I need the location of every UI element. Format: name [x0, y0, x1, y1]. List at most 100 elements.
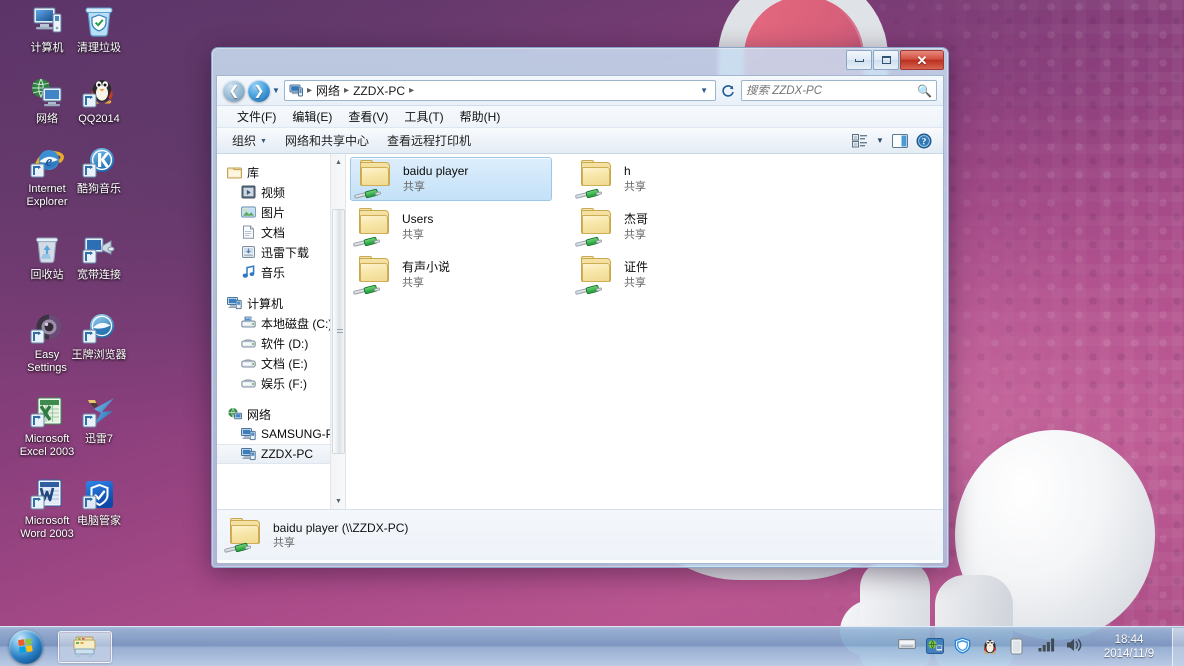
preview-pane-icon[interactable] [889, 131, 911, 151]
tree-item-迅雷下载[interactable]: 迅雷下载 [217, 242, 345, 262]
desktop-icon-broadband-connection[interactable]: 宽带连接 [66, 232, 132, 282]
help-icon[interactable]: ? [913, 131, 935, 151]
file-item[interactable]: Users 共享 [350, 205, 552, 249]
tree-item-label: 娱乐 (F:) [261, 376, 307, 391]
scroll-up-arrow[interactable]: ▲ [331, 154, 345, 170]
folder-share-icon [574, 160, 618, 199]
organize-button[interactable]: 组织 ▼ [223, 129, 276, 152]
network-sharing-center-button[interactable]: 网络和共享中心 [276, 129, 378, 152]
desktop-icon-label: 清理垃圾 [77, 42, 121, 54]
show-desktop-button[interactable] [1172, 627, 1184, 666]
tree-item-图片[interactable]: 图片 [217, 202, 345, 222]
clock-date: 2014/11/9 [1103, 647, 1155, 660]
menu-item-0[interactable]: 文件(F) [229, 106, 284, 127]
tree-item-文档[interactable]: 文档 [217, 222, 345, 242]
tree-item-软件 (D:)[interactable]: 软件 (D:) [217, 333, 345, 353]
desktop-icon-thunder[interactable]: 迅雷7 [66, 396, 132, 446]
tree-item-ZZDX-PC[interactable]: ZZDX-PC [217, 444, 345, 464]
search-box[interactable]: 🔍 [741, 80, 937, 101]
desktop[interactable]: 计算机 清理垃圾 网络 QQ2014 e Internet Explorer 酷狗音乐 回收站… [0, 0, 1184, 666]
menu-item-2[interactable]: 查看(V) [340, 106, 396, 127]
tree-item-label: 软件 (D:) [261, 336, 309, 351]
tree-item-label: 音乐 [261, 265, 286, 280]
tree-item-文档 (E:)[interactable]: 文档 (E:) [217, 353, 345, 373]
qq-penguin-icon[interactable] [982, 637, 1002, 657]
shield-icon[interactable] [954, 636, 974, 657]
view-dropdown-icon[interactable]: ▼ [873, 131, 887, 151]
file-item[interactable]: h 共享 [572, 157, 774, 201]
tree-item-音乐[interactable]: 音乐 [217, 262, 345, 282]
view-remote-printers-button[interactable]: 查看远程打印机 [378, 129, 480, 152]
tree-item-计算机[interactable]: 计算机 [217, 293, 345, 313]
network-icon [30, 76, 64, 110]
navigation-pane[interactable]: 库视频图片文档迅雷下载音乐计算机 本地磁盘 (C:) 软件 (D:) 文档 (E:) 娱… [217, 154, 346, 509]
taskbar-button-explorer[interactable] [58, 630, 112, 663]
desktop-icon-qq[interactable]: QQ2014 [66, 76, 132, 126]
desktop-icon-wangpai-browser[interactable]: 王牌浏览器 [66, 312, 132, 362]
menu-item-4[interactable]: 帮助(H) [452, 106, 509, 127]
folder-share-icon [574, 256, 618, 295]
tree-item-label: 文档 [261, 225, 286, 240]
scrollbar-thumb[interactable] [332, 209, 345, 454]
network-manager-icon[interactable] [926, 637, 946, 657]
menu-item-3[interactable]: 工具(T) [396, 106, 451, 127]
address-bar[interactable]: ▸ 网络 ▸ ZZDX-PC ▸ ▼ [284, 80, 716, 101]
desktop-icon-kugou-music[interactable]: 酷狗音乐 [66, 146, 132, 196]
back-button[interactable]: ❮ [223, 79, 245, 102]
folder-share-icon [352, 208, 396, 247]
organize-label: 组织 [232, 134, 257, 148]
desktop-icon-cleanup-trash[interactable]: 清理垃圾 [66, 5, 132, 55]
change-view-icon[interactable] [849, 131, 871, 151]
tree-item-视频[interactable]: 视频 [217, 182, 345, 202]
address-dropdown-icon[interactable]: ▼ [696, 86, 712, 95]
tree-item-网络[interactable]: 网络 [217, 404, 345, 424]
tree-group: 网络 SAMSUNG-PC ZZDX-PC [217, 404, 345, 464]
folder-share-icon [574, 208, 618, 247]
tree-item-SAMSUNG-PC[interactable]: SAMSUNG-PC [217, 424, 345, 444]
broadband-connection-icon [82, 232, 116, 266]
maximize-button[interactable] [873, 50, 899, 70]
file-item[interactable]: 杰哥 共享 [572, 205, 774, 249]
battery-icon[interactable] [1010, 636, 1030, 657]
breadcrumb-item-network[interactable]: 网络 [314, 82, 342, 99]
signal-icon[interactable] [1038, 637, 1058, 657]
forward-button[interactable]: ❯ [248, 79, 270, 102]
close-button[interactable]: ✕ [900, 50, 944, 70]
tree-item-娱乐 (F:)[interactable]: 娱乐 (F:) [217, 373, 345, 393]
clock[interactable]: 18:44 2014/11/9 [1094, 633, 1164, 661]
computer-icon [227, 296, 242, 310]
command-bar-right-group: ▼ ? [849, 131, 937, 151]
tree-item-label: 网络 [247, 407, 272, 422]
file-item-name: baidu player [403, 164, 469, 178]
search-input[interactable] [746, 84, 918, 97]
desktop-icon-pc-manager[interactable]: 电脑管家 [66, 478, 132, 528]
keyboard-icon[interactable] [898, 637, 918, 657]
volume-icon[interactable] [1066, 637, 1086, 657]
command-bar: 组织 ▼ 网络和共享中心 查看远程打印机 ▼ ? [217, 128, 943, 154]
recent-locations-button[interactable]: ▼ [270, 86, 282, 95]
computer-icon [289, 84, 303, 97]
explorer-icon [73, 636, 96, 657]
wallpaper-cat-rump [955, 430, 1155, 640]
start-button[interactable] [2, 628, 50, 666]
clock-time: 18:44 [1114, 633, 1144, 646]
file-item[interactable]: 有声小说 共享 [350, 253, 552, 297]
internet-explorer-icon: e [30, 146, 64, 180]
minimize-button[interactable] [846, 50, 872, 70]
file-item[interactable]: 证件 共享 [572, 253, 774, 297]
file-list-pane[interactable]: baidu player 共享 h 共享 Users 共享 杰哥 共享 有声小说 共享 证件 共享 [346, 154, 943, 509]
folder-share-icon [352, 256, 396, 295]
tree-item-label: 视频 [261, 185, 286, 200]
file-item[interactable]: baidu player 共享 [350, 157, 552, 201]
menu-item-1[interactable]: 编辑(E) [284, 106, 340, 127]
explorer-window[interactable]: ✕ ❮ ❯ ▼ ▸ 网络 ▸ ZZDX-PC ▸ ▼ 搜索 ZZDX-PC 🔍 … [211, 47, 949, 568]
breadcrumb-item-zzdx-pc[interactable]: ZZDX-PC [351, 84, 407, 98]
window-titlebar[interactable]: ✕ [216, 50, 944, 75]
navigation-pane-scrollbar[interactable]: ▲ ▼ [330, 154, 345, 509]
tree-item-本地磁盘 (C:)[interactable]: 本地磁盘 (C:) [217, 313, 345, 333]
tree-item-库[interactable]: 库 [217, 162, 345, 182]
refresh-button[interactable] [718, 80, 738, 101]
kugou-music-icon [82, 146, 116, 180]
drive-icon [241, 376, 256, 390]
scroll-down-arrow[interactable]: ▼ [331, 493, 345, 509]
